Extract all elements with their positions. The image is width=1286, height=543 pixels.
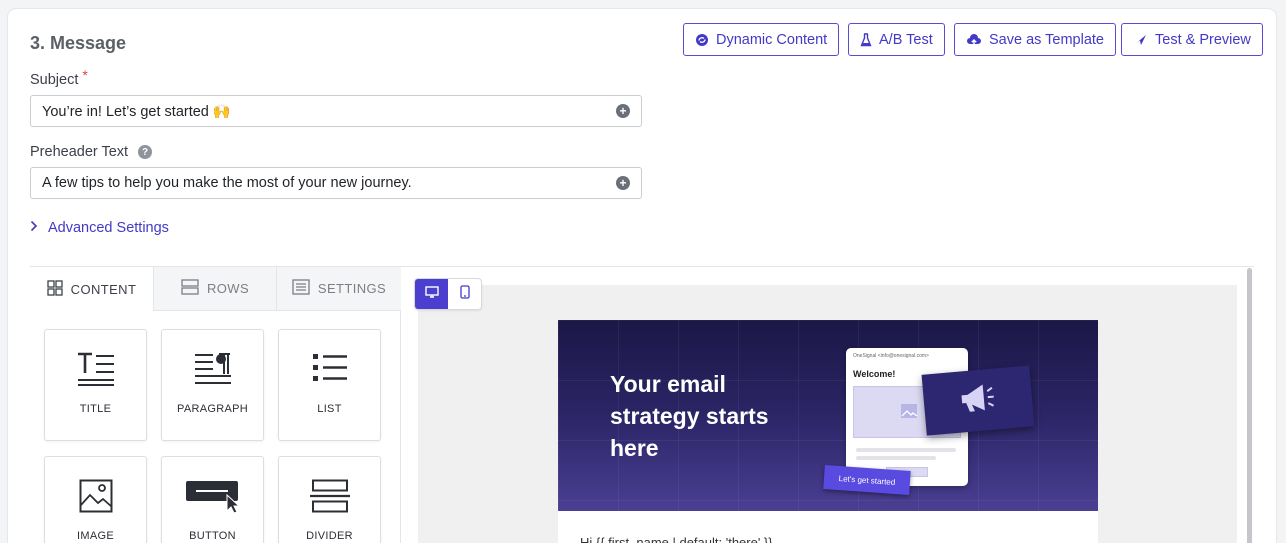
flask-icon [860, 32, 872, 47]
settings-icon [292, 279, 310, 298]
email-greeting: Hi {{ first_name | default: 'there' }} [580, 535, 773, 543]
tab-content[interactable]: CONTENT [30, 267, 153, 311]
list-icon [279, 352, 380, 384]
required-marker: * [82, 67, 88, 83]
desktop-icon [424, 285, 439, 303]
help-icon[interactable]: ? [138, 145, 153, 159]
email-hero-banner[interactable]: Your email strategy starts here OneSigna… [558, 320, 1098, 511]
image-icon [900, 403, 918, 424]
ab-test-label: A/B Test [879, 31, 933, 48]
mobile-icon [459, 284, 470, 304]
megaphone-card [921, 365, 1035, 436]
mobile-view-button[interactable] [448, 279, 481, 309]
save-as-template-button[interactable]: Save as Template [954, 23, 1116, 56]
advanced-settings-toggle[interactable]: Advanced Settings [30, 220, 169, 236]
tab-rows[interactable]: ROWS [153, 267, 276, 311]
desktop-view-button[interactable] [415, 279, 448, 309]
block-list[interactable]: LIST [278, 329, 381, 441]
block-divider-label: DIVIDER [306, 530, 353, 542]
button-icon [162, 479, 263, 513]
device-toggle [414, 278, 482, 310]
chevron-right-icon [30, 220, 38, 236]
test-preview-button[interactable]: Test & Preview [1121, 23, 1263, 56]
subject-value: You’re in! Let’s get started 🙌 [42, 103, 231, 120]
image-icon [45, 479, 146, 513]
megaphone-icon [957, 381, 1000, 419]
subject-label-text: Subject [30, 72, 79, 88]
editor-tabs: CONTENT ROWS SETTINGS [30, 267, 401, 311]
preheader-value: A few tips to help you make the most of … [42, 175, 412, 191]
test-preview-label: Test & Preview [1155, 31, 1251, 48]
block-title-label: TITLE [79, 403, 112, 415]
title-icon [45, 352, 146, 386]
subject-input[interactable]: You’re in! Let’s get started 🙌 + [30, 95, 642, 127]
preheader-label: Preheader Text ? [30, 144, 153, 160]
mock-text-line [856, 448, 956, 452]
ab-test-button[interactable]: A/B Test [848, 23, 945, 56]
send-icon [1133, 33, 1148, 47]
add-personalization-icon[interactable]: + [616, 176, 630, 190]
preheader-input[interactable]: A few tips to help you make the most of … [30, 167, 642, 199]
block-button-label: BUTTON [189, 530, 236, 542]
mock-text-line [856, 456, 936, 460]
dynamic-content-icon [695, 33, 709, 47]
dynamic-content-label: Dynamic Content [716, 31, 828, 48]
preview-scrollbar[interactable] [1247, 268, 1252, 543]
mock-welcome: Welcome! [853, 369, 896, 379]
rows-icon [181, 279, 199, 298]
divider-icon [279, 479, 380, 513]
hero-heading: Your email strategy starts here [610, 371, 769, 461]
block-image-label: IMAGE [77, 530, 114, 542]
tab-rows-label: ROWS [206, 281, 250, 296]
tab-settings-label: SETTINGS [317, 281, 387, 296]
block-paragraph[interactable]: PARAGRAPH [161, 329, 264, 441]
cloud-upload-icon [966, 33, 982, 47]
block-paragraph-label: PARAGRAPH [177, 403, 248, 415]
add-personalization-icon[interactable]: + [616, 104, 630, 118]
block-button[interactable]: BUTTON [161, 456, 264, 543]
preheader-label-text: Preheader Text [30, 144, 129, 160]
tab-settings[interactable]: SETTINGS [276, 267, 401, 311]
section-title: 3. Message [30, 33, 127, 53]
advanced-settings-label: Advanced Settings [48, 220, 169, 236]
paragraph-icon [162, 352, 263, 386]
block-image[interactable]: IMAGE [44, 456, 147, 543]
save-as-template-label: Save as Template [989, 31, 1104, 48]
subject-label: Subject * [30, 67, 88, 88]
block-divider[interactable]: DIVIDER [278, 456, 381, 543]
email-body[interactable]: Hi {{ first_name | default: 'there' }} [558, 511, 1098, 543]
mock-from: OneSignal <info@onesignal.com> [853, 353, 929, 359]
dynamic-content-button[interactable]: Dynamic Content [683, 23, 840, 56]
tab-content-label: CONTENT [70, 281, 137, 297]
block-list-label: LIST [317, 403, 342, 415]
grid-icon [47, 279, 63, 299]
block-title[interactable]: TITLE [44, 329, 147, 441]
